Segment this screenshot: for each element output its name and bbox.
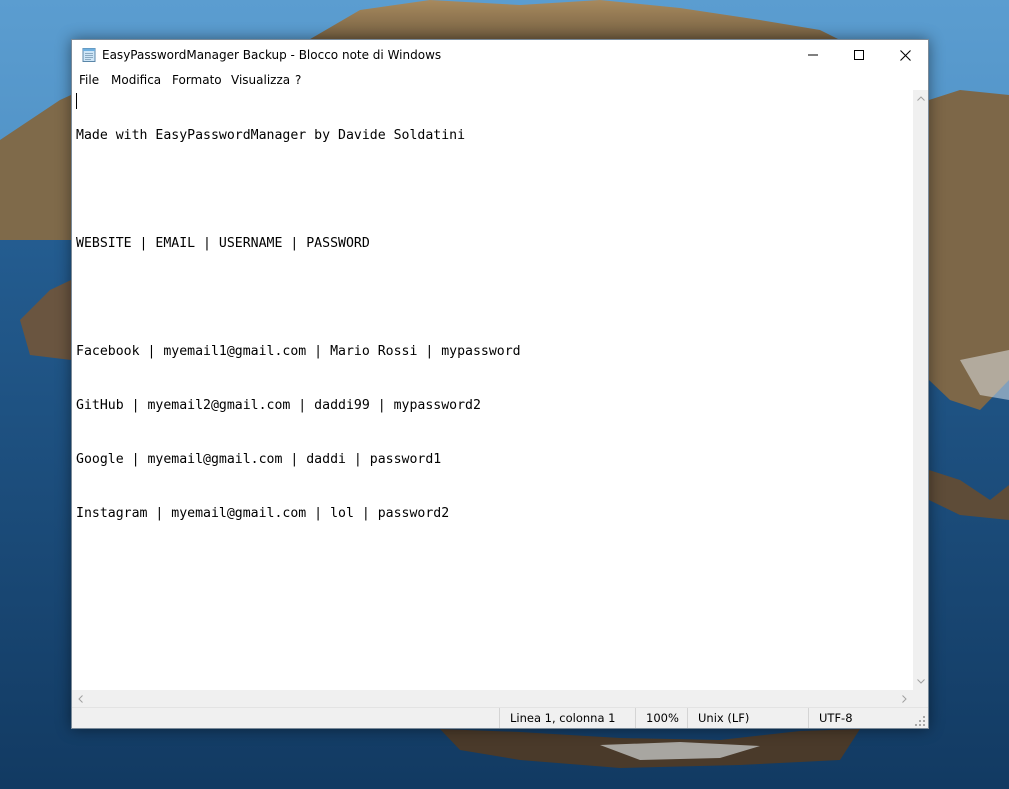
editor-content[interactable]: Made with EasyPasswordManager by Davide …	[76, 91, 521, 559]
menu-bar: File Modifica Formato Visualizza ?	[72, 70, 928, 90]
horizontal-scrollbar[interactable]	[72, 690, 913, 707]
chevron-left-icon	[78, 694, 83, 703]
text-line: GitHub | myemail2@gmail.com | daddi99 | …	[76, 398, 481, 413]
text-line: Made with EasyPasswordManager by Davide …	[76, 128, 466, 143]
window-title: EasyPasswordManager Backup - Blocco note…	[102, 48, 442, 62]
text-line: Facebook | myemail1@gmail.com | Mario Ro…	[76, 344, 521, 359]
vertical-scrollbar[interactable]	[913, 90, 928, 690]
menu-help[interactable]: ?	[295, 70, 301, 90]
close-icon	[899, 49, 911, 61]
minimize-icon	[808, 54, 818, 56]
text-line: WEBSITE | EMAIL | USERNAME | PASSWORD	[76, 236, 370, 251]
status-bar: Linea 1, colonna 1 100% Unix (LF) UTF-8	[72, 707, 928, 728]
text-line: Google | myemail@gmail.com | daddi | pas…	[76, 452, 442, 467]
status-zoom: 100%	[635, 708, 687, 728]
chevron-up-icon	[916, 96, 925, 101]
close-button[interactable]	[882, 40, 928, 70]
resize-grip-icon[interactable]	[914, 715, 926, 727]
text-line	[76, 181, 521, 199]
scroll-left-button[interactable]	[72, 690, 89, 707]
scroll-down-button[interactable]	[913, 673, 928, 690]
notepad-icon	[82, 48, 96, 62]
status-line-ending: Unix (LF)	[687, 708, 808, 728]
chevron-right-icon	[902, 694, 907, 703]
maximize-button[interactable]	[836, 40, 882, 70]
status-cursor-position: Linea 1, colonna 1	[499, 708, 635, 728]
text-line: Instagram | myemail@gmail.com | lol | pa…	[76, 506, 450, 521]
scroll-right-button[interactable]	[896, 690, 913, 707]
menu-formato[interactable]: Formato	[172, 70, 222, 90]
notepad-window: EasyPasswordManager Backup - Blocco note…	[71, 39, 929, 729]
scrollbar-corner	[913, 690, 928, 707]
text-line	[76, 289, 521, 307]
menu-modifica[interactable]: Modifica	[111, 70, 161, 90]
text-editor[interactable]: Made with EasyPasswordManager by Davide …	[72, 90, 913, 690]
title-bar[interactable]: EasyPasswordManager Backup - Blocco note…	[72, 40, 928, 70]
menu-file[interactable]: File	[79, 70, 99, 90]
scroll-up-button[interactable]	[913, 90, 928, 107]
status-encoding: UTF-8	[808, 708, 914, 728]
maximize-icon	[854, 50, 864, 60]
chevron-down-icon	[916, 679, 925, 684]
menu-visualizza[interactable]: Visualizza	[231, 70, 290, 90]
minimize-button[interactable]	[790, 40, 836, 70]
